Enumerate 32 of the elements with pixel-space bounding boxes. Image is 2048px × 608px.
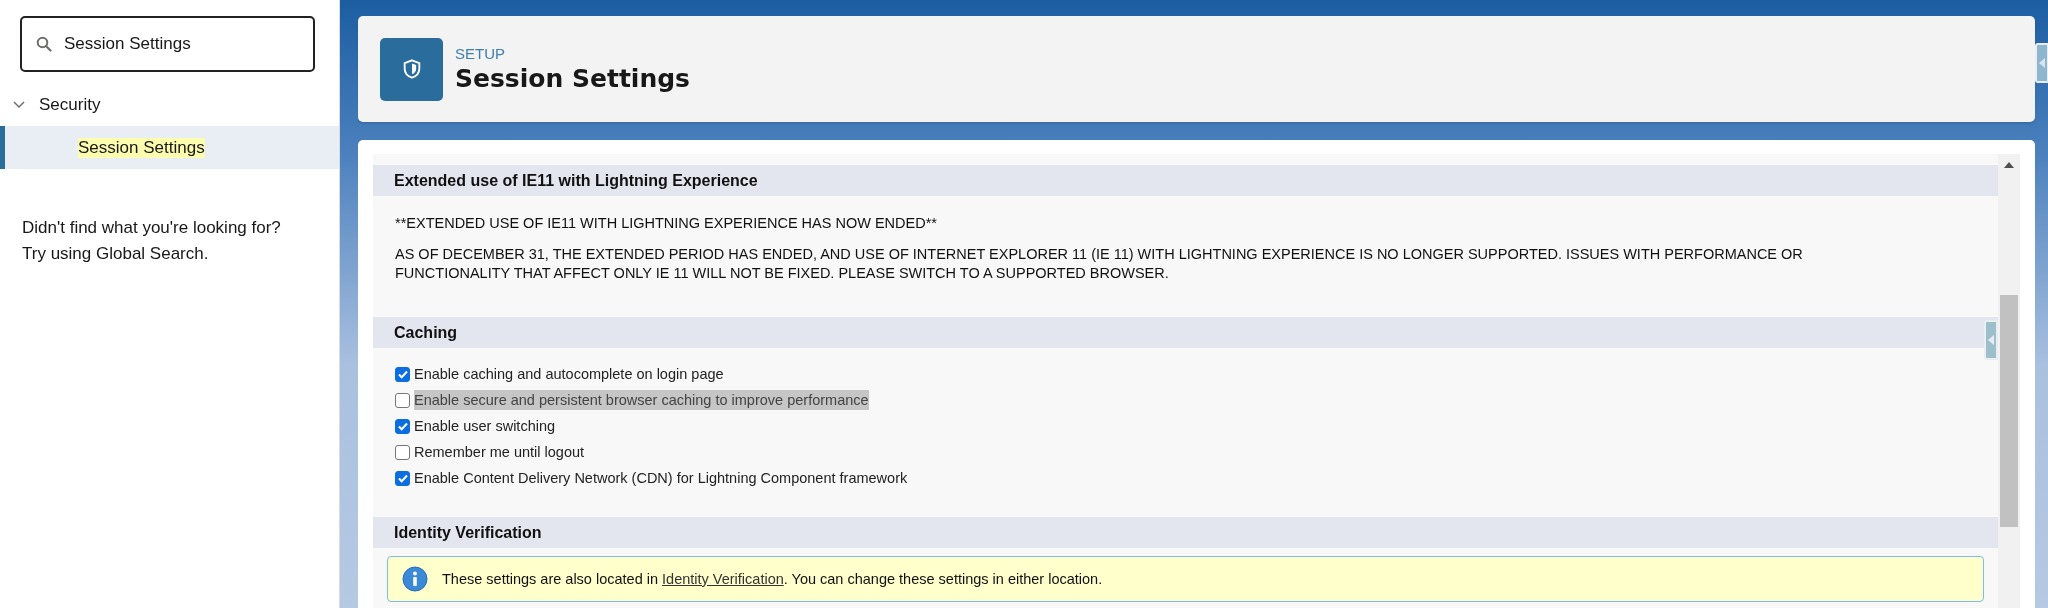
checkbox-label: Enable user switching xyxy=(414,417,556,436)
search-field[interactable]: Session Settings xyxy=(20,16,315,72)
help-text: Didn't find what you're looking for? xyxy=(22,217,282,239)
checkbox[interactable] xyxy=(395,444,410,460)
notice-text: AS OF DECEMBER 31, THE EXTENDED PERIOD HAS ENDED, AND USE OF INTERNET EXPLORER 11 (IE 11) WITH LIGHTNING EXPERIENCE IS NO LONGER SUPPORTED. ISSUES WITH PERFORMANCE OR FUNCTIONALITY THAT AFFECT ONLY IE 11 WILL NOT BE FIXED. PLEASE SWITCH TO A SUPPORTED BROWSER. xyxy=(395,245,1804,283)
checkbox-label: Enable secure and persistent browser caching to improve performance xyxy=(414,390,869,410)
section-header: Extended use of IE11 with Lightning Experience xyxy=(373,165,1998,196)
collapse-handle[interactable] xyxy=(2035,43,2048,83)
collapse-handle[interactable] xyxy=(1984,320,1998,360)
checkbox[interactable] xyxy=(395,418,410,434)
tree-label: Security xyxy=(39,95,101,115)
search-icon xyxy=(36,36,52,52)
checkbox-label: Remember me until logout xyxy=(414,443,585,462)
checkbox-label: Enable Content Delivery Network (CDN) for Lightning Component framework xyxy=(414,469,908,488)
tree-item[interactable]: Session Settings xyxy=(0,126,339,169)
scroll-up-icon[interactable] xyxy=(2004,162,2014,168)
section-header: Caching xyxy=(373,317,1998,348)
tree-item[interactable]: Security xyxy=(0,84,339,126)
info-icon xyxy=(402,566,428,592)
checkbox[interactable] xyxy=(395,366,410,382)
help-text: Try using Global Search. xyxy=(22,243,210,265)
breadcrumb-label: SETUP xyxy=(455,45,506,62)
checkbox-label: Enable caching and autocomplete on login page xyxy=(414,365,724,384)
section-header: Identity Verification xyxy=(373,517,1998,548)
notice-text: **EXTENDED USE OF IE11 WITH LIGHTNING EXPERIENCE HAS NOW ENDED** xyxy=(395,214,938,233)
identity-verification-link[interactable]: Identity Verification xyxy=(662,571,784,587)
info-message: These settings are also located in Identity Verification. You can change these settings in either location. xyxy=(442,571,1103,587)
page-title: Session Settings xyxy=(455,64,690,93)
checkbox[interactable] xyxy=(395,470,410,486)
scrollbar[interactable] xyxy=(1998,154,2020,608)
checkbox[interactable] xyxy=(395,392,410,408)
shield-icon xyxy=(380,37,443,101)
